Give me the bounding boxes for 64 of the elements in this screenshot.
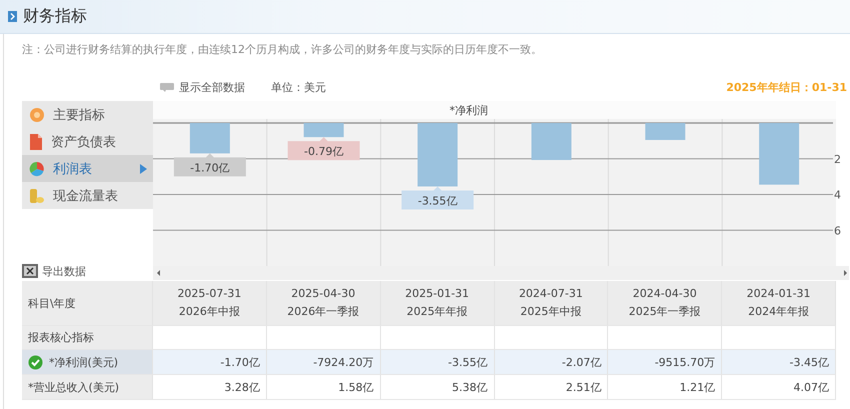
table-cell: -3.55亿 [380,350,494,375]
value-tooltip: -3.55亿 [402,186,474,210]
table-cell: -7924.20万 [266,350,381,375]
chart-title: *净利润 [450,104,488,117]
axis-label: 2 [834,152,841,166]
table-cell: -3.45亿 [722,350,836,375]
table-cell: -9515.70万 [608,350,722,375]
bar [531,123,572,160]
note-text: 注：公司进行财务结算的执行年度，由连续12个历月构成，许多公司的财务年度与实际的日历年度不一致。 [22,42,543,58]
table-cell: 3.28亿 [153,375,267,400]
report-label: 2024年年报 [748,304,810,320]
row-label-text: *净利润(美元) [49,354,118,370]
corner-header: 科目\年度 [22,281,153,326]
scroll-right-icon[interactable] [844,270,847,276]
chevron-icon [8,11,17,22]
check-icon [28,354,43,370]
bar [304,123,344,138]
table-cell: 1.21亿 [608,375,722,400]
arrow-icon [140,164,147,174]
row-label[interactable]: *净利润(美元) [22,350,153,375]
sidebar-item[interactable]: 现金流量表 [22,182,153,209]
report-label: 2026年一季报 [287,304,360,320]
date-label: 2025-04-30 [291,286,356,302]
coins-icon [29,188,45,204]
show-all-toggle[interactable]: 显示全部数据 [160,80,245,94]
date-label: 2025-07-31 [177,286,242,302]
date-label: 2025-01-31 [405,286,470,302]
date-label: 2024-04-30 [632,286,697,302]
report-label: 2025年一季报 [628,304,701,320]
sidebar-item[interactable]: 利润表 [22,155,153,182]
table-cell: -2.07亿 [494,350,608,375]
unit-label: 单位：美元 [271,80,326,94]
sidebar-item[interactable]: 主要指标 [22,101,153,128]
table-cell: 5.38亿 [380,375,494,400]
report-label: 2025年年报 [406,304,468,320]
date-label: 2024-07-31 [518,286,583,302]
row-label[interactable]: *营业总收入(美元) [22,375,153,400]
table-cell: 2.51亿 [494,375,608,400]
value-tooltip: -0.79亿 [288,137,360,160]
export-button[interactable]: 导出数据 [22,262,153,280]
flower-icon [29,106,45,122]
document-icon [29,134,43,150]
date-label: 2024-01-31 [746,286,811,302]
axis-label: 6 [834,224,841,238]
report-label: 2026年中报 [178,304,240,320]
report-label: 2025年中报 [520,304,582,320]
bar [759,123,800,185]
section-label: 报表核心指标 [22,326,153,350]
bar [190,123,230,154]
page-title: 财务指标 [23,6,87,27]
spreadsheet-icon [22,264,38,278]
axis-label: 4 [834,188,841,202]
table-cell: 4.07亿 [722,375,836,400]
row-label-text: *营业总收入(美元) [28,380,120,394]
table-cell: -1.70亿 [153,350,267,375]
sidebar-item[interactable]: 资产负债表 [22,128,153,155]
scroll-left-icon[interactable] [157,270,160,276]
year-end-label: 2025年年结日：01-31 [726,80,847,94]
pie-icon [29,160,45,176]
value-tooltip: -1.70亿 [174,153,246,176]
bar [418,123,458,186]
table-cell: 1.58亿 [266,375,381,400]
chat-icon [160,82,174,92]
bar [645,123,686,140]
